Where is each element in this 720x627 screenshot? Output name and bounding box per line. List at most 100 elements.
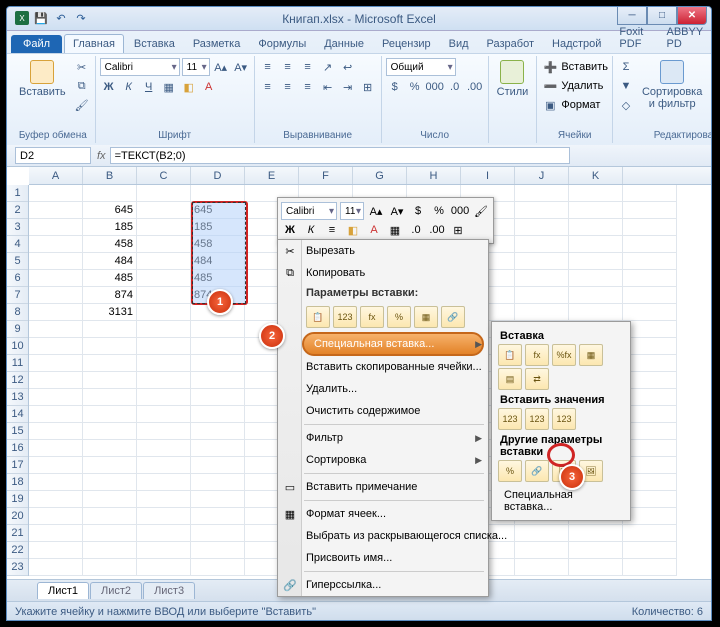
row-header[interactable]: 23 <box>7 559 28 576</box>
ctx-dropdown[interactable]: Выбрать из раскрывающегося списка... <box>278 525 488 547</box>
row-header[interactable]: 22 <box>7 542 28 559</box>
paste-button[interactable]: Вставить <box>15 58 70 100</box>
cell[interactable] <box>137 185 191 202</box>
row-header[interactable]: 11 <box>7 355 28 372</box>
col-header[interactable]: E <box>245 167 299 184</box>
cell[interactable] <box>83 525 137 542</box>
cell[interactable] <box>83 423 137 440</box>
sum-icon[interactable]: Σ <box>617 58 635 76</box>
col-header[interactable]: C <box>137 167 191 184</box>
cell[interactable] <box>191 185 245 202</box>
cell[interactable] <box>29 559 83 576</box>
tab-view[interactable]: Вид <box>441 35 477 53</box>
cell[interactable] <box>29 287 83 304</box>
mini-align-icon[interactable]: ≡ <box>323 221 341 239</box>
ctx-filter[interactable]: Фильтр▶ <box>278 427 488 449</box>
row-header[interactable]: 16 <box>7 440 28 457</box>
cell[interactable] <box>29 338 83 355</box>
cell[interactable] <box>137 253 191 270</box>
tab-review[interactable]: Рецензир <box>374 35 439 53</box>
cell[interactable] <box>137 542 191 559</box>
ctx-sort[interactable]: Сортировка▶ <box>278 449 488 471</box>
ctx-special-paste[interactable]: Специальная вставка... <box>302 332 484 356</box>
paste-all-icon[interactable]: 📋 <box>306 306 330 328</box>
cell[interactable] <box>191 491 245 508</box>
cell[interactable] <box>569 542 623 559</box>
mini-comma-icon[interactable]: 000 <box>451 202 469 220</box>
row-header[interactable]: 5 <box>7 253 28 270</box>
ctx-comment[interactable]: ▭Вставить примечание <box>278 476 488 498</box>
wrap-icon[interactable]: ↩ <box>339 58 357 76</box>
cell[interactable] <box>29 542 83 559</box>
row-header[interactable]: 18 <box>7 474 28 491</box>
minimize-button[interactable]: ─ <box>617 7 647 25</box>
sub-fx-icon[interactable]: fx <box>525 344 549 366</box>
cell[interactable] <box>623 389 677 406</box>
sub-valsrc-icon[interactable]: 123 <box>552 408 576 430</box>
cell[interactable] <box>83 508 137 525</box>
cell[interactable] <box>29 474 83 491</box>
col-header[interactable]: K <box>569 167 623 184</box>
font-combo[interactable]: Calibri <box>100 58 180 76</box>
alignl-icon[interactable]: ≡ <box>259 78 277 96</box>
alignmid-icon[interactable]: ≡ <box>279 58 297 76</box>
cell[interactable] <box>83 406 137 423</box>
decinc-icon[interactable]: .0 <box>446 78 464 96</box>
mini-size[interactable]: 11 <box>340 202 364 220</box>
shrinkfont-icon[interactable]: A▾ <box>232 58 250 76</box>
cell[interactable] <box>191 338 245 355</box>
save-icon[interactable]: 💾 <box>33 10 49 26</box>
cell[interactable] <box>515 270 569 287</box>
maximize-button[interactable]: □ <box>647 7 677 25</box>
sub-keep-icon[interactable]: ▤ <box>498 368 522 390</box>
row-header[interactable]: 20 <box>7 508 28 525</box>
cell[interactable] <box>137 406 191 423</box>
cell[interactable] <box>137 491 191 508</box>
close-button[interactable]: ✕ <box>677 7 707 25</box>
redo-icon[interactable]: ↷ <box>73 10 89 26</box>
cell[interactable] <box>83 321 137 338</box>
cell[interactable] <box>83 440 137 457</box>
mini-pct-icon[interactable]: % <box>430 202 448 220</box>
cell[interactable] <box>29 423 83 440</box>
fontcolor-icon[interactable]: A <box>200 78 218 96</box>
sub-paste-icon[interactable]: 📋 <box>498 344 522 366</box>
cell[interactable] <box>191 559 245 576</box>
sort-button[interactable]: Сортировка и фильтр <box>638 58 706 112</box>
cell[interactable] <box>569 253 623 270</box>
cell[interactable] <box>137 202 191 219</box>
copy-icon[interactable]: ⧉ <box>73 77 91 95</box>
styles-button[interactable]: Стили <box>493 58 533 100</box>
cell[interactable] <box>515 253 569 270</box>
sheet-tab-3[interactable]: Лист3 <box>143 582 195 599</box>
cell[interactable] <box>191 321 245 338</box>
cell[interactable] <box>623 219 677 236</box>
row-header[interactable]: 19 <box>7 491 28 508</box>
mini-fmtp-icon[interactable]: 🖌 <box>472 202 490 220</box>
sub-link2-icon[interactable]: 🔗 <box>525 460 549 482</box>
sub-fmt-icon[interactable]: % <box>498 460 522 482</box>
row-header[interactable]: 13 <box>7 389 28 406</box>
cell[interactable] <box>623 440 677 457</box>
sub-valfmt-icon[interactable]: 123 <box>525 408 549 430</box>
row-header[interactable]: 14 <box>7 406 28 423</box>
row-header[interactable]: 12 <box>7 372 28 389</box>
cell[interactable] <box>623 474 677 491</box>
cell[interactable] <box>29 185 83 202</box>
tab-foxit[interactable]: Foxit PDF <box>611 23 656 53</box>
cell[interactable] <box>515 542 569 559</box>
sub-nob-icon[interactable]: ▦ <box>579 344 603 366</box>
cell[interactable] <box>623 253 677 270</box>
cell[interactable] <box>137 270 191 287</box>
cell[interactable] <box>191 474 245 491</box>
ctx-cut[interactable]: ✂Вырезать <box>278 240 488 262</box>
mini-shrink-icon[interactable]: A▾ <box>388 202 406 220</box>
cell[interactable] <box>623 304 677 321</box>
cell[interactable] <box>29 525 83 542</box>
row-header[interactable]: 15 <box>7 423 28 440</box>
cell[interactable] <box>515 185 569 202</box>
cell[interactable] <box>569 287 623 304</box>
alignc-icon[interactable]: ≡ <box>279 78 297 96</box>
cell[interactable] <box>137 355 191 372</box>
fmtpainter-icon[interactable]: 🖌 <box>73 96 91 114</box>
